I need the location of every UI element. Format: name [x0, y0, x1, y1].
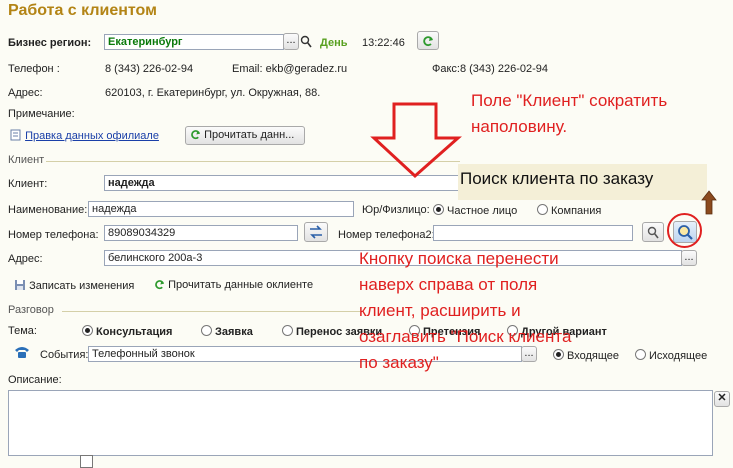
save-changes-button[interactable]: Записать изменения — [14, 279, 134, 292]
type-private-radio[interactable]: Частное лицо — [433, 204, 517, 217]
phone-number-label: Номер телефона: — [8, 229, 99, 241]
person-type-label: Юр/Физлицо: — [362, 204, 430, 216]
type-company-label: Компания — [551, 205, 602, 217]
topic-request-label: Заявка — [215, 326, 253, 338]
phone2-search-button[interactable] — [642, 222, 664, 242]
client-section-label: Клиент — [8, 154, 45, 166]
read-branch-button[interactable]: Прочитать данн... — [185, 126, 305, 145]
region-search-button[interactable] — [300, 35, 312, 51]
description-label: Описание: — [8, 374, 62, 386]
up-arrow-icon — [701, 190, 717, 215]
search-icon — [300, 35, 312, 48]
phone-icon — [14, 345, 30, 362]
ellipsis-icon: ... — [684, 251, 694, 263]
name-field[interactable]: надежда — [88, 201, 354, 217]
highlight-circle — [667, 213, 702, 248]
annotation-note-1-line-2: наполовину. — [471, 117, 568, 136]
fax-label: Факс:8 (343) 226-02-94 — [432, 63, 549, 75]
annotation-note-2: Кнопку поиска перенести наверх справа от… — [359, 246, 571, 376]
phone2-label: Номер телефона2: — [338, 229, 435, 241]
annotation-note-2-line-1: Кнопку поиска перенести — [359, 249, 559, 268]
radio-icon — [282, 325, 293, 336]
refresh-icon — [155, 280, 165, 290]
phone-value: 8 (343) 226-02-94 — [105, 63, 194, 75]
day-label: День — [320, 37, 348, 49]
direction-incoming-label: Входящее — [567, 350, 620, 362]
swap-icon — [310, 225, 322, 239]
radio-selected-icon — [82, 325, 93, 336]
radio-icon — [635, 349, 646, 360]
search-icon — [647, 226, 659, 239]
topic-request-radio[interactable]: Заявка — [201, 325, 253, 338]
clear-description-button[interactable]: ✕ — [714, 391, 730, 407]
phone2-field[interactable] — [433, 225, 633, 241]
radio-selected-icon — [433, 204, 444, 215]
type-private-label: Частное лицо — [447, 205, 518, 217]
refresh-icon — [423, 36, 433, 47]
annotation-note-2-line-3: клиент, расширить и — [359, 301, 521, 320]
close-icon: ✕ — [717, 392, 727, 404]
save-icon — [15, 280, 25, 290]
phone-label: Телефон : — [8, 63, 60, 75]
address-select-button[interactable]: ... — [681, 250, 697, 266]
topic-consultation-label: Консультация — [96, 326, 173, 338]
address-label: Адрес: — [8, 87, 43, 99]
client-address-label: Адрес: — [8, 253, 43, 265]
bottom-checkbox[interactable] — [80, 455, 93, 468]
direction-outgoing-radio[interactable]: Исходящее — [635, 349, 707, 362]
note-label: Примечание: — [8, 108, 75, 120]
type-company-radio[interactable]: Компания — [537, 204, 601, 217]
swap-phone-button[interactable] — [304, 222, 328, 242]
time-value: 13:22:46 — [362, 37, 405, 49]
annotation-note-1-line-1: Поле "Клиент" сократить — [471, 91, 668, 110]
region-field[interactable]: Екатеринбург — [104, 34, 284, 50]
conversation-section-label: Разговор — [8, 304, 54, 316]
annotation-note-2-line-5: по заказу" — [359, 353, 439, 372]
search-callout-text: Поиск клиента по заказу — [460, 169, 654, 188]
annotation-note-2-line-2: наверх справа от поля — [359, 275, 538, 294]
edit-branch-link-label[interactable]: Правка данных офилиале — [25, 130, 159, 142]
description-textarea[interactable] — [8, 390, 713, 456]
topic-consultation-radio[interactable]: Консультация — [82, 325, 172, 338]
annotation-note-1: Поле "Клиент" сократить наполовину. — [471, 88, 667, 140]
region-select-button[interactable]: ... — [283, 33, 299, 50]
read-client-label: Прочитать данные оклиенте — [168, 279, 314, 291]
address-value: 620103, г. Екатеринбург, ул. Окружная, 8… — [105, 87, 321, 99]
annotation-note-2-line-4: озаглавить "Поиск клиента — [359, 327, 572, 346]
search-callout: Поиск клиента по заказу — [458, 164, 707, 200]
read-branch-button-label: Прочитать данн... — [204, 129, 295, 141]
window-title: Работа с клиентом — [8, 2, 157, 19]
edit-icon — [10, 129, 21, 141]
email-label: Email: ekb@geradez.ru — [232, 63, 348, 75]
radio-icon — [537, 204, 548, 215]
save-changes-label: Записать изменения — [29, 280, 135, 292]
client-label: Клиент: — [8, 178, 48, 190]
topic-label: Тема: — [8, 325, 37, 337]
direction-outgoing-label: Исходящее — [649, 350, 708, 362]
region-label: Бизнес регион: — [8, 37, 92, 49]
read-client-button[interactable]: Прочитать данные оклиенте — [154, 279, 313, 291]
refresh-icon — [191, 130, 201, 140]
name-label: Наименование: — [8, 204, 88, 216]
refresh-button[interactable] — [417, 31, 439, 50]
radio-icon — [201, 325, 212, 336]
down-arrow-icon — [370, 102, 462, 179]
events-label: События: — [40, 349, 89, 361]
ellipsis-icon: ... — [286, 34, 296, 46]
edit-branch-link[interactable]: Правка данных офилиале — [10, 129, 159, 142]
conversation-section-divider — [62, 311, 360, 312]
phone-number-field[interactable]: 89089034329 — [104, 225, 298, 241]
